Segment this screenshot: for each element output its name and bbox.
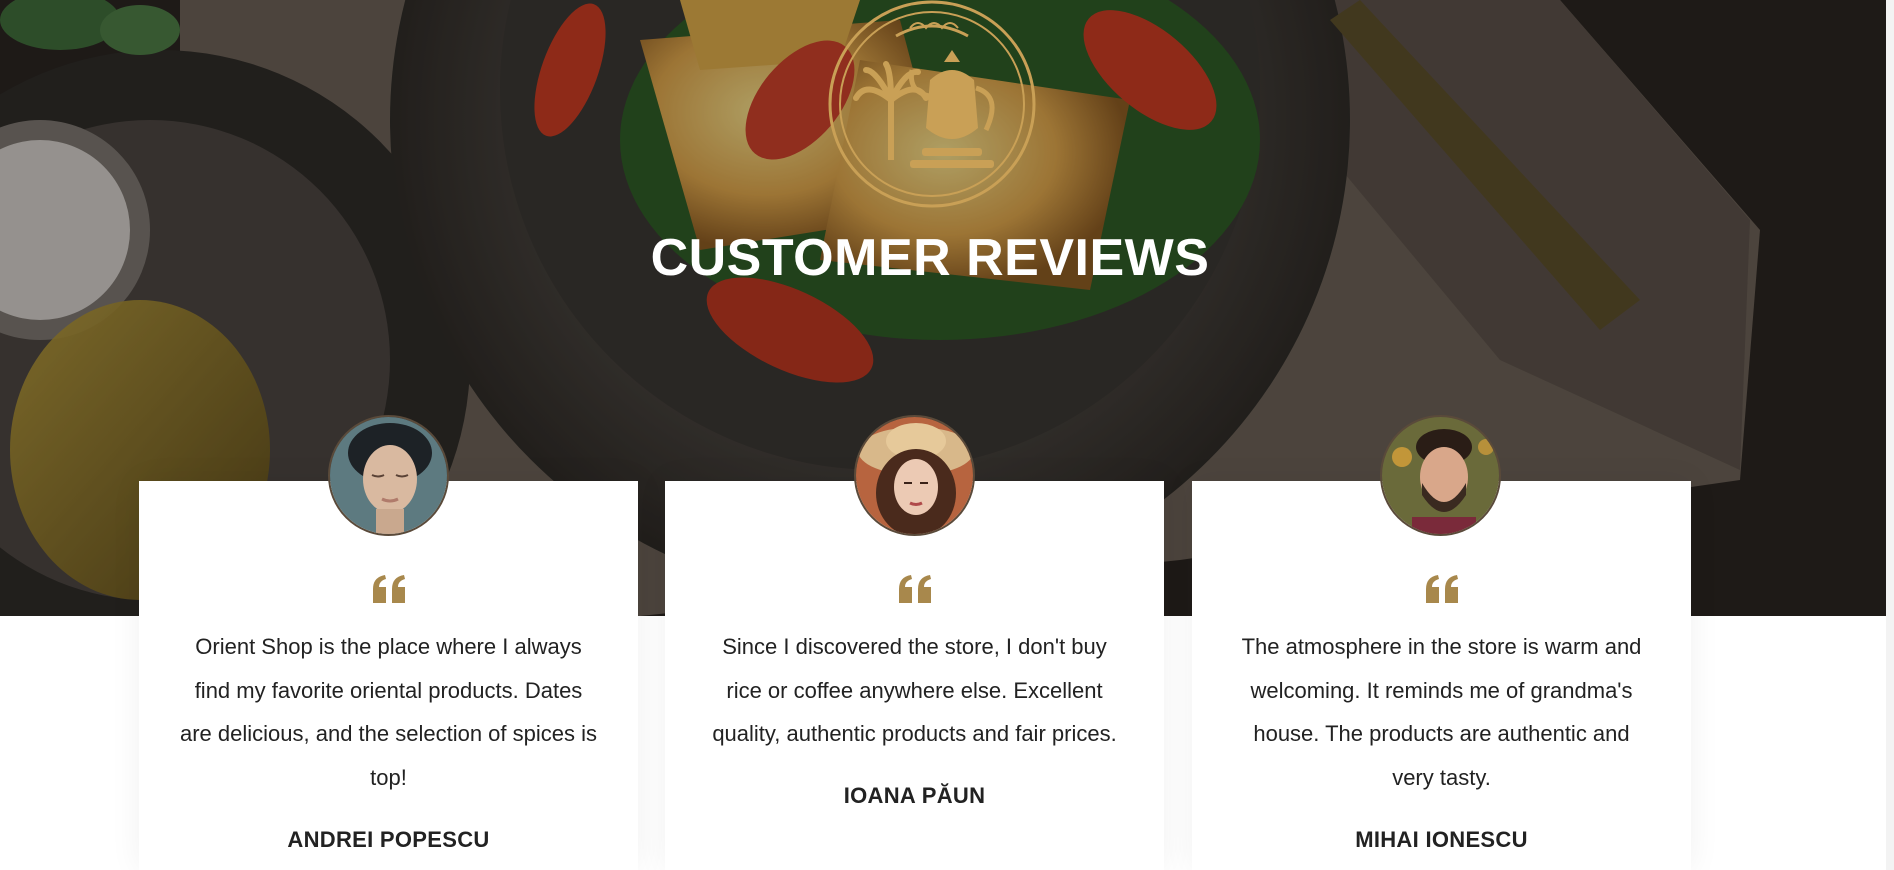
review-card: Since I discovered the store, I don't bu… [665,481,1164,870]
reviewer-name: ANDREI POPESCU [287,827,490,852]
avatar-man-beard-icon [1380,415,1501,536]
review-text: Since I discovered the store, I don't bu… [712,634,1117,746]
scrollbar-track[interactable] [1886,0,1894,870]
orient-shop-logo-icon [828,0,1036,208]
review-text: The atmosphere in the store is warm and … [1241,634,1642,790]
page-title: CUSTOMER REVIEWS [650,229,1210,287]
quote-icon [139,573,638,613]
quote-icon [665,573,1164,613]
reviewer-name: MIHAI IONESCU [1355,827,1528,852]
quote-icon [1192,573,1691,613]
review-text: Orient Shop is the place where I always … [179,634,597,790]
avatar-woman-hat-icon [854,415,975,536]
review-card: Orient Shop is the place where I always … [139,481,638,870]
avatar-man-asian-icon [328,415,449,536]
review-card: The atmosphere in the store is warm and … [1192,481,1691,870]
reviewer-name: IOANA PĂUN [843,783,986,808]
